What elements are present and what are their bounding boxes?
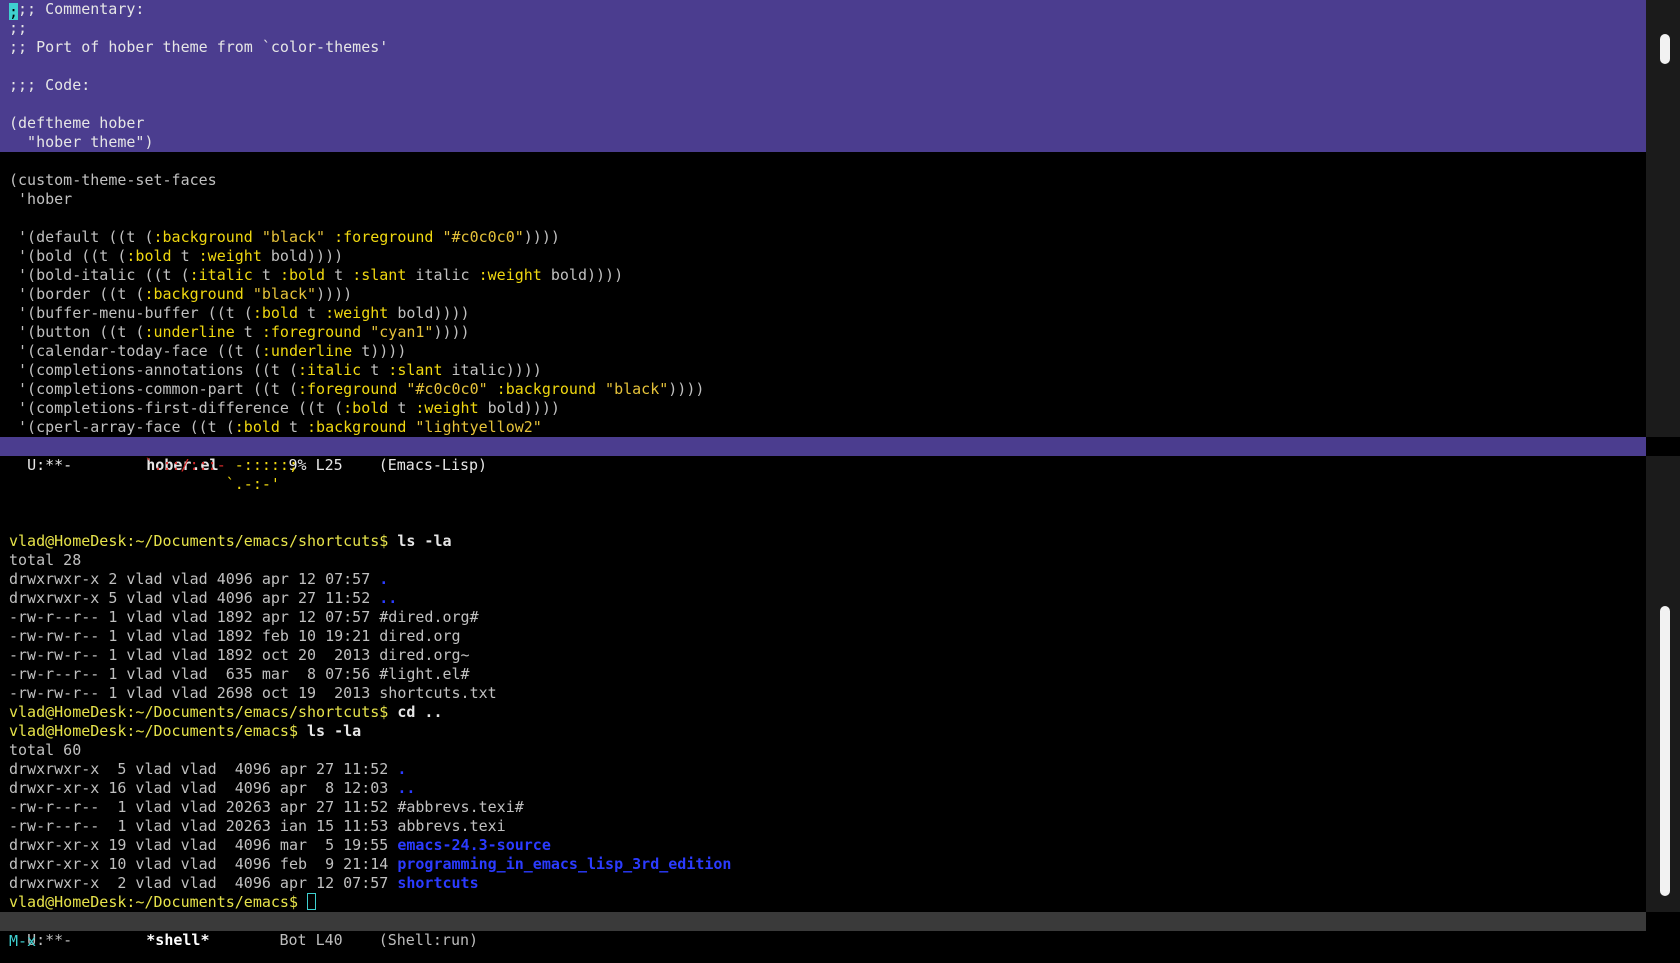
code-line[interactable]: '(bold ((t (:bold t :weight bold)))) — [0, 247, 1646, 266]
directory-name: programming_in_emacs_lisp_3rd_edition — [397, 855, 732, 873]
text-cursor: ; — [9, 3, 19, 21]
editor-scrollbar-thumb[interactable] — [1660, 34, 1670, 64]
listing-row: -rw-r--r-- 1 vlad vlad 635 mar 8 07:56 #… — [9, 665, 470, 683]
code-line[interactable]: '(button ((t (:underline t :foreground "… — [0, 323, 1646, 342]
listing-row: drwxr-xr-x 16 vlad vlad 4096 apr 8 12:03… — [9, 779, 416, 797]
code-line[interactable]: '(calendar-today-face ((t (:underline t)… — [0, 342, 1646, 361]
code-line[interactable]: '(completions-first-difference ((t (:bol… — [0, 399, 1646, 418]
code-line[interactable]: '(bold-italic ((t (:italic t :bold t :sl… — [0, 266, 1646, 285]
shell-prompt-line: vlad@HomeDesk:~/Documents/emacs$ — [0, 893, 1646, 912]
ascii-art-yellow: `.-:-' — [225, 475, 280, 493]
shell-command: ls -la — [307, 722, 362, 740]
selected-code-line[interactable]: (deftheme hober — [0, 114, 1646, 133]
shell-prompt-line: vlad@HomeDesk:~/Documents/emacs/shortcut… — [0, 703, 1646, 722]
file-name: #dired.org# — [379, 608, 479, 626]
listing-row: drwxrwxr-x 5 vlad vlad 4096 apr 27 11:52… — [9, 760, 407, 778]
shell-prompt: vlad@HomeDesk:~/Documents/emacs$ — [9, 893, 298, 911]
ascii-art-yellow: -:::::; — [225, 456, 298, 474]
code-line[interactable]: (custom-theme-set-faces — [0, 171, 1646, 190]
listing-row: -rw-r--r-- 1 vlad vlad 20263 ian 15 11:5… — [9, 817, 506, 835]
shell-prompt: vlad@HomeDesk:~/Documents/emacs$ — [9, 722, 298, 740]
listing-row: drwxr-xr-x 19 vlad vlad 4096 mar 5 19:55… — [9, 836, 551, 854]
listing-row: -rw-rw-r-- 1 vlad vlad 2698 oct 19 2013 … — [9, 684, 497, 702]
code-line[interactable]: '(cperl-array-face ((t (:bold t :backgro… — [0, 418, 1646, 437]
code-line[interactable]: '(default ((t (:background "black" :fore… — [0, 228, 1646, 247]
selected-code-line[interactable] — [0, 57, 1646, 76]
shell-command: cd .. — [397, 703, 443, 721]
code-line[interactable]: '(completions-common-part ((t (:foregrou… — [0, 380, 1646, 399]
selected-code-line[interactable]: "hober theme") — [0, 133, 1646, 152]
directory-name: . — [379, 570, 389, 588]
listing-row: -rw-rw-r-- 1 vlad vlad 1892 feb 10 19:21… — [9, 627, 461, 645]
file-name: shortcuts.txt — [379, 684, 497, 702]
file-name: dired.org — [379, 627, 461, 645]
editor-scrollbar[interactable] — [1646, 0, 1680, 437]
shell-prompt-line: vlad@HomeDesk:~/Documents/emacs$ ls -la — [0, 722, 1646, 741]
editor-mode-line: U:**- hober.el 9% L25 (Emacs-Lisp) — [0, 437, 1646, 474]
shell-mode-line: U:**- *shell* Bot L40 (Shell:run) — [0, 912, 1646, 949]
code-line[interactable]: '(completions-annotations ((t (:italic t… — [0, 361, 1646, 380]
listing-row: drwxrwxr-x 2 vlad vlad 4096 apr 12 07:57… — [9, 570, 389, 588]
file-name: abbrevs.texi — [397, 817, 506, 835]
ascii-art-line: `.::/:::- -:::::; — [0, 456, 1646, 475]
listing-row: -rw-rw-r-- 1 vlad vlad 1892 oct 20 2013 … — [9, 646, 470, 664]
directory-name: . — [397, 760, 407, 778]
listing-total: total 28 — [9, 551, 82, 569]
shell-command: ls -la — [397, 532, 452, 550]
code-line[interactable]: '(border ((t (:background "black")))) — [0, 285, 1646, 304]
shell-cursor[interactable] — [307, 893, 317, 910]
listing-row: drwxrwxr-x 2 vlad vlad 4096 apr 12 07:57… — [9, 874, 479, 892]
directory-name: shortcuts — [397, 874, 479, 892]
shell-pane[interactable]: `.::/:::- -:::::; `.-:-'vlad@HomeDesk:~/… — [0, 456, 1646, 912]
shell-scrollbar[interactable] — [1646, 456, 1680, 912]
listing-row: -rw-r--r-- 1 vlad vlad 20263 apr 27 11:5… — [9, 798, 524, 816]
ascii-art-red: `.::/:::- — [144, 456, 226, 474]
editor-pane[interactable]: ;;; Commentary:;;;; Port of hober theme … — [0, 0, 1646, 437]
directory-name: .. — [379, 589, 398, 607]
listing-row: drwxrwxr-x 5 vlad vlad 4096 apr 27 11:52… — [9, 589, 398, 607]
shell-prompt: vlad@HomeDesk:~/Documents/emacs/shortcut… — [9, 532, 389, 550]
listing-total: total 60 — [9, 741, 82, 759]
file-name: #light.el# — [379, 665, 470, 683]
code-line[interactable]: 'hober — [0, 190, 1646, 209]
ascii-art-line: `.-:-' — [0, 475, 1646, 494]
selected-code-line[interactable]: ;;; Code: — [0, 76, 1646, 95]
selected-code-line[interactable]: ;;; Commentary: — [0, 0, 1646, 21]
shell-prompt-line: vlad@HomeDesk:~/Documents/emacs/shortcut… — [0, 532, 1646, 551]
selected-code-line[interactable] — [0, 95, 1646, 114]
listing-row: -rw-r--r-- 1 vlad vlad 1892 apr 12 07:57… — [9, 608, 479, 626]
file-name: #abbrevs.texi# — [397, 798, 524, 816]
directory-name: emacs-24.3-source — [397, 836, 551, 854]
minibuffer[interactable]: M-x — [0, 932, 1646, 951]
shell-scrollbar-thumb[interactable] — [1660, 606, 1670, 896]
code-line[interactable] — [0, 209, 1646, 228]
shell-prompt: vlad@HomeDesk:~/Documents/emacs/shortcut… — [9, 703, 389, 721]
directory-name: .. — [397, 779, 416, 797]
code-line[interactable]: '(buffer-menu-buffer ((t (:bold t :weigh… — [0, 304, 1646, 323]
listing-row: drwxr-xr-x 10 vlad vlad 4096 feb 9 21:14… — [9, 855, 732, 873]
selected-code-line[interactable]: ;; — [0, 19, 1646, 38]
code-line[interactable] — [0, 152, 1646, 171]
file-name: dired.org~ — [379, 646, 470, 664]
selected-code-line[interactable]: ;; Port of hober theme from `color-theme… — [0, 38, 1646, 57]
